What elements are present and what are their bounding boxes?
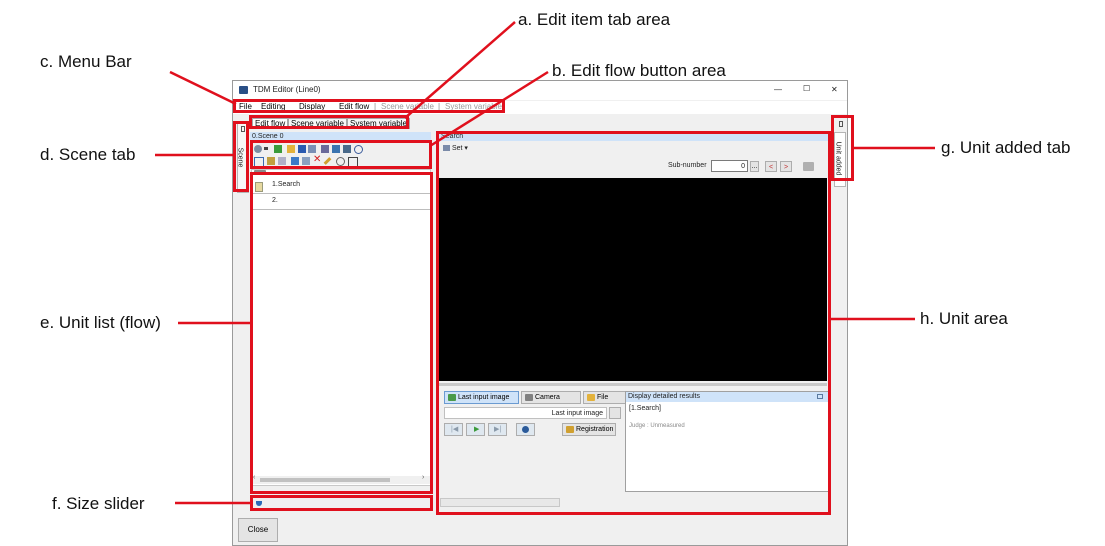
scene-tab-box	[233, 121, 249, 192]
callout-h: h. Unit area	[920, 309, 1008, 328]
callout-g: g. Unit added tab	[941, 138, 1071, 157]
minimize-button[interactable]: —	[774, 85, 782, 94]
edit-flow-button-area-box	[250, 140, 432, 169]
callout-f: f. Size slider	[52, 494, 145, 513]
callout-e: e. Unit list (flow)	[40, 313, 161, 332]
unit-area-box	[436, 131, 831, 515]
maximize-button[interactable]: ☐	[803, 84, 810, 93]
callout-b: b. Edit flow button area	[552, 61, 726, 80]
unit-list-box	[250, 172, 433, 494]
size-slider-box	[250, 495, 433, 511]
edit-item-tab-area-box	[249, 115, 409, 129]
close-window-button[interactable]: ✕	[831, 85, 838, 94]
close-button[interactable]: Close	[238, 518, 278, 542]
unit-added-tab-box	[831, 115, 854, 181]
scene-name: 0.Scene 0	[252, 133, 284, 140]
callout-d: d. Scene tab	[40, 145, 136, 164]
window-title: TDM Editor (Line0)	[253, 85, 321, 94]
callout-a: a. Edit item tab area	[518, 10, 671, 29]
app-icon	[239, 86, 248, 94]
title-bar: TDM Editor (Line0) — ☐ ✕	[233, 81, 847, 100]
menu-bar-box	[233, 99, 505, 113]
callout-c: c. Menu Bar	[40, 52, 132, 71]
close-button-label: Close	[247, 525, 269, 534]
leader-line-c	[169, 70, 237, 106]
